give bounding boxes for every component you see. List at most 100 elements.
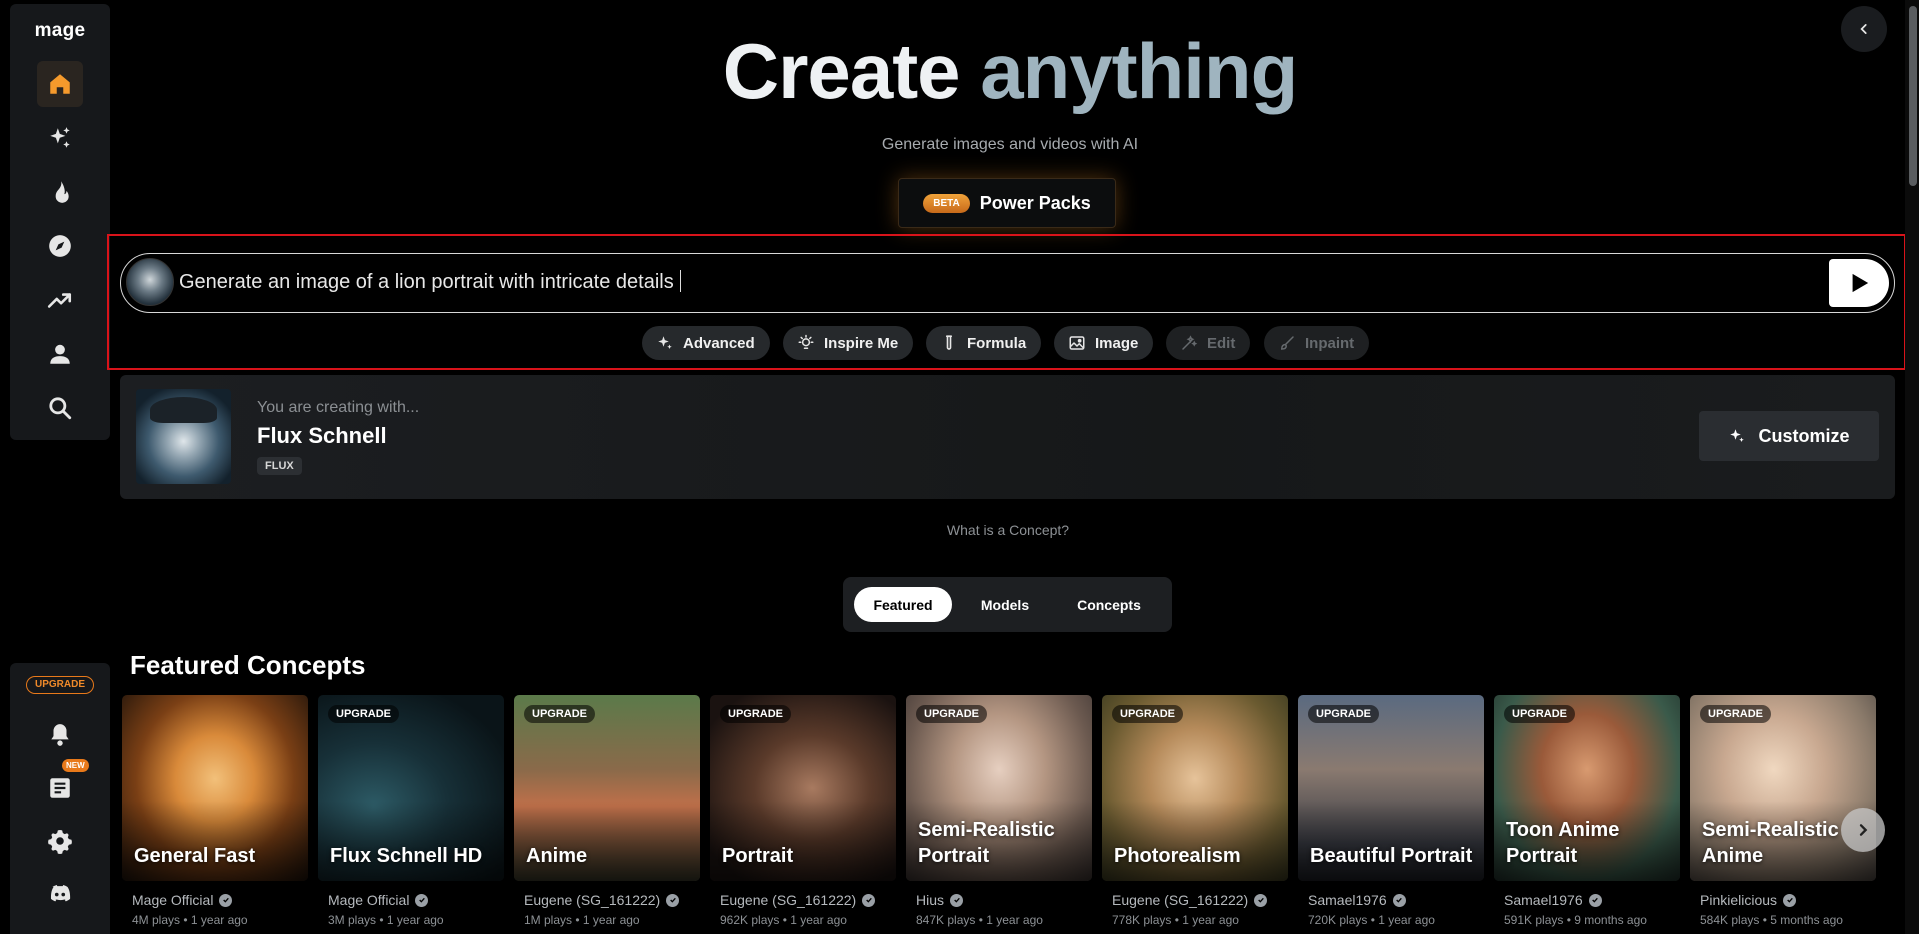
card-author[interactable]: Samael1976 bbox=[1504, 892, 1602, 908]
card-author[interactable]: Eugene (SG_161222) bbox=[720, 892, 876, 908]
verified-icon bbox=[415, 893, 429, 907]
model-thumbnail[interactable] bbox=[136, 389, 231, 484]
card-stats: 778K plays • 1 year ago bbox=[1112, 913, 1239, 927]
sparkles-icon bbox=[658, 336, 672, 349]
tab-models[interactable]: Models bbox=[960, 587, 1050, 622]
concept-card[interactable]: UPGRADE Semi-Realistic Portrait bbox=[906, 695, 1092, 881]
what-is-concept-link[interactable]: What is a Concept? bbox=[0, 522, 1919, 538]
inpaint-button[interactable]: Inpaint bbox=[1264, 326, 1370, 360]
scrollbar-thumb[interactable] bbox=[1909, 6, 1917, 186]
card-author[interactable]: Pinkielicious bbox=[1700, 892, 1797, 908]
concept-card[interactable]: UPGRADE Photorealism bbox=[1102, 695, 1288, 881]
author-name: Pinkielicious bbox=[1700, 892, 1778, 908]
card-author[interactable]: Samael1976 bbox=[1308, 892, 1406, 908]
sidebar-item-hot[interactable] bbox=[37, 169, 83, 215]
author-name: Samael1976 bbox=[1308, 892, 1387, 908]
sidebar-item-trending[interactable] bbox=[37, 277, 83, 323]
power-packs-label: Power Packs bbox=[979, 192, 1091, 213]
carousel-next-button[interactable] bbox=[1841, 808, 1885, 852]
card-author[interactable]: Eugene (SG_161222) bbox=[524, 892, 680, 908]
card-stats: 847K plays • 1 year ago bbox=[916, 913, 1043, 927]
power-packs-button[interactable]: BETA Power Packs bbox=[898, 178, 1116, 228]
prompt-input-text[interactable]: Generate an image of a lion portrait wit… bbox=[179, 270, 682, 294]
upgrade-badge: UPGRADE bbox=[1504, 705, 1576, 723]
verified-icon bbox=[1392, 893, 1406, 907]
card-shade bbox=[1298, 801, 1484, 881]
sidebar-item-search[interactable] bbox=[37, 385, 83, 431]
upgrade-button[interactable]: UPGRADE bbox=[26, 676, 94, 694]
concept-card[interactable]: UPGRADE Beautiful Portrait bbox=[1298, 695, 1484, 881]
lightbulb-icon bbox=[798, 334, 814, 349]
verified-icon bbox=[219, 893, 233, 907]
verified-icon bbox=[862, 893, 876, 907]
settings-button[interactable] bbox=[37, 818, 83, 864]
verified-icon bbox=[1588, 893, 1602, 907]
customize-button[interactable]: Customize bbox=[1699, 411, 1879, 461]
concept-card[interactable]: UPGRADE Toon Anime Portrait bbox=[1494, 695, 1680, 881]
concept-card[interactable]: UPGRADE Anime bbox=[514, 695, 700, 881]
advanced-label: Advanced bbox=[683, 334, 755, 352]
magic-wand-icon bbox=[1182, 335, 1198, 350]
card-author[interactable]: Mage Official bbox=[328, 892, 429, 908]
tab-featured[interactable]: Featured bbox=[854, 587, 952, 622]
card-title: Toon Anime Portrait bbox=[1506, 819, 1620, 867]
card-author[interactable]: Hius bbox=[916, 892, 964, 908]
card-title: General Fast bbox=[134, 845, 256, 867]
inspire-me-button[interactable]: Inspire Me bbox=[783, 326, 914, 360]
user-icon bbox=[50, 344, 70, 364]
model-avatar[interactable] bbox=[126, 258, 174, 306]
advanced-button[interactable]: Advanced bbox=[642, 326, 770, 360]
prompt-text-value: Generate an image of a lion portrait wit… bbox=[179, 271, 674, 293]
card-title: Flux Schnell HD bbox=[330, 845, 483, 867]
upgrade-badge: UPGRADE bbox=[1700, 705, 1772, 723]
card-title: Portrait bbox=[722, 845, 794, 867]
generate-button[interactable] bbox=[1829, 259, 1889, 307]
tab-concepts[interactable]: Concepts bbox=[1056, 587, 1162, 622]
image-button[interactable]: Image bbox=[1054, 326, 1154, 360]
concept-card[interactable]: UPGRADE Semi-Realistic Anime bbox=[1690, 695, 1876, 881]
brush-icon bbox=[1280, 336, 1294, 350]
author-name: Hius bbox=[916, 892, 945, 908]
new-badge: NEW bbox=[62, 759, 89, 772]
upgrade-badge: UPGRADE bbox=[524, 705, 596, 723]
image-icon bbox=[1069, 336, 1085, 350]
test-tube-icon bbox=[945, 335, 953, 350]
concept-card[interactable]: UPGRADE Flux Schnell HD bbox=[318, 695, 504, 881]
card-shade bbox=[1102, 801, 1288, 881]
card-shade bbox=[710, 801, 896, 881]
upgrade-badge: UPGRADE bbox=[1308, 705, 1380, 723]
card-author[interactable]: Eugene (SG_161222) bbox=[1112, 892, 1268, 908]
customize-label: Customize bbox=[1758, 425, 1850, 446]
card-author[interactable]: Mage Official bbox=[132, 892, 233, 908]
search-icon bbox=[49, 397, 72, 420]
author-name: Samael1976 bbox=[1504, 892, 1583, 908]
play-icon bbox=[1852, 273, 1869, 293]
upgrade-badge: UPGRADE bbox=[328, 705, 400, 723]
edit-button[interactable]: Edit bbox=[1166, 326, 1251, 360]
compass-icon bbox=[49, 235, 71, 257]
formula-button[interactable]: Formula bbox=[926, 326, 1042, 360]
sidebar-item-explore[interactable] bbox=[37, 223, 83, 269]
bell-icon bbox=[51, 724, 69, 746]
concept-card[interactable]: UPGRADE Portrait bbox=[710, 695, 896, 881]
upgrade-badge: UPGRADE bbox=[916, 705, 988, 723]
verified-icon bbox=[1254, 893, 1268, 907]
sidebar-utility: UPGRADE NEW bbox=[10, 663, 110, 934]
author-name: Eugene (SG_161222) bbox=[1112, 892, 1249, 908]
discord-button[interactable] bbox=[37, 871, 83, 917]
creating-with-label: You are creating with... bbox=[257, 399, 420, 416]
chevron-right-icon bbox=[1859, 824, 1868, 836]
concept-card[interactable]: General Fast bbox=[122, 695, 308, 881]
author-name: Mage Official bbox=[132, 892, 214, 908]
author-name: Eugene (SG_161222) bbox=[720, 892, 857, 908]
card-shade bbox=[318, 801, 504, 881]
hero-title: Create anything bbox=[0, 26, 1919, 117]
image-label: Image bbox=[1095, 334, 1139, 352]
beta-badge: BETA bbox=[923, 193, 970, 213]
verified-icon bbox=[666, 893, 680, 907]
text-caret bbox=[679, 270, 682, 292]
sidebar-item-profile[interactable] bbox=[37, 331, 83, 377]
notifications-button[interactable] bbox=[37, 712, 83, 758]
card-title: Semi-Realistic Portrait bbox=[918, 819, 1055, 867]
card-stats: 584K plays • 5 months ago bbox=[1700, 913, 1843, 927]
